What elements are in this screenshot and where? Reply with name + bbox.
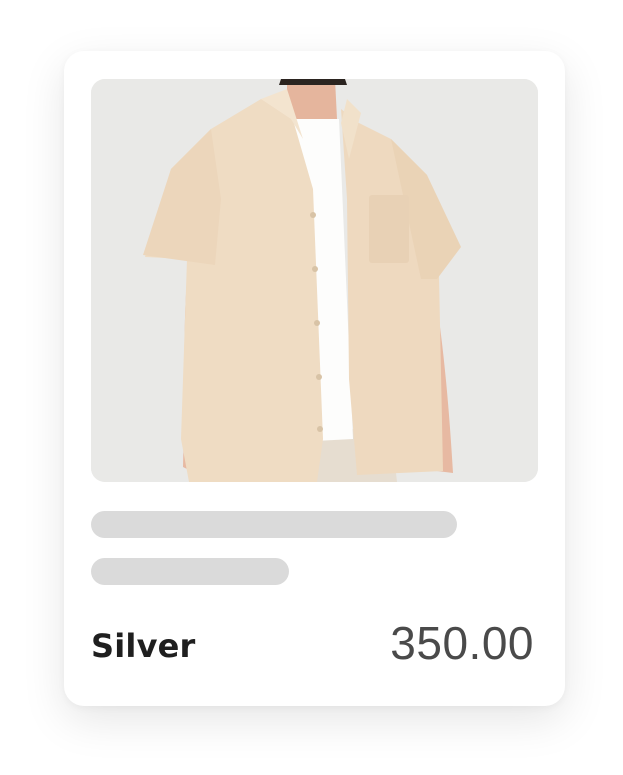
shirt-photo-icon	[91, 79, 538, 482]
product-name: Silver	[91, 627, 196, 665]
product-price: 350.00	[390, 617, 534, 669]
product-image[interactable]	[91, 79, 538, 482]
product-card[interactable]: Silver 350.00	[64, 51, 565, 706]
subtitle-skeleton-placeholder	[91, 558, 289, 585]
title-skeleton-placeholder	[91, 511, 457, 538]
